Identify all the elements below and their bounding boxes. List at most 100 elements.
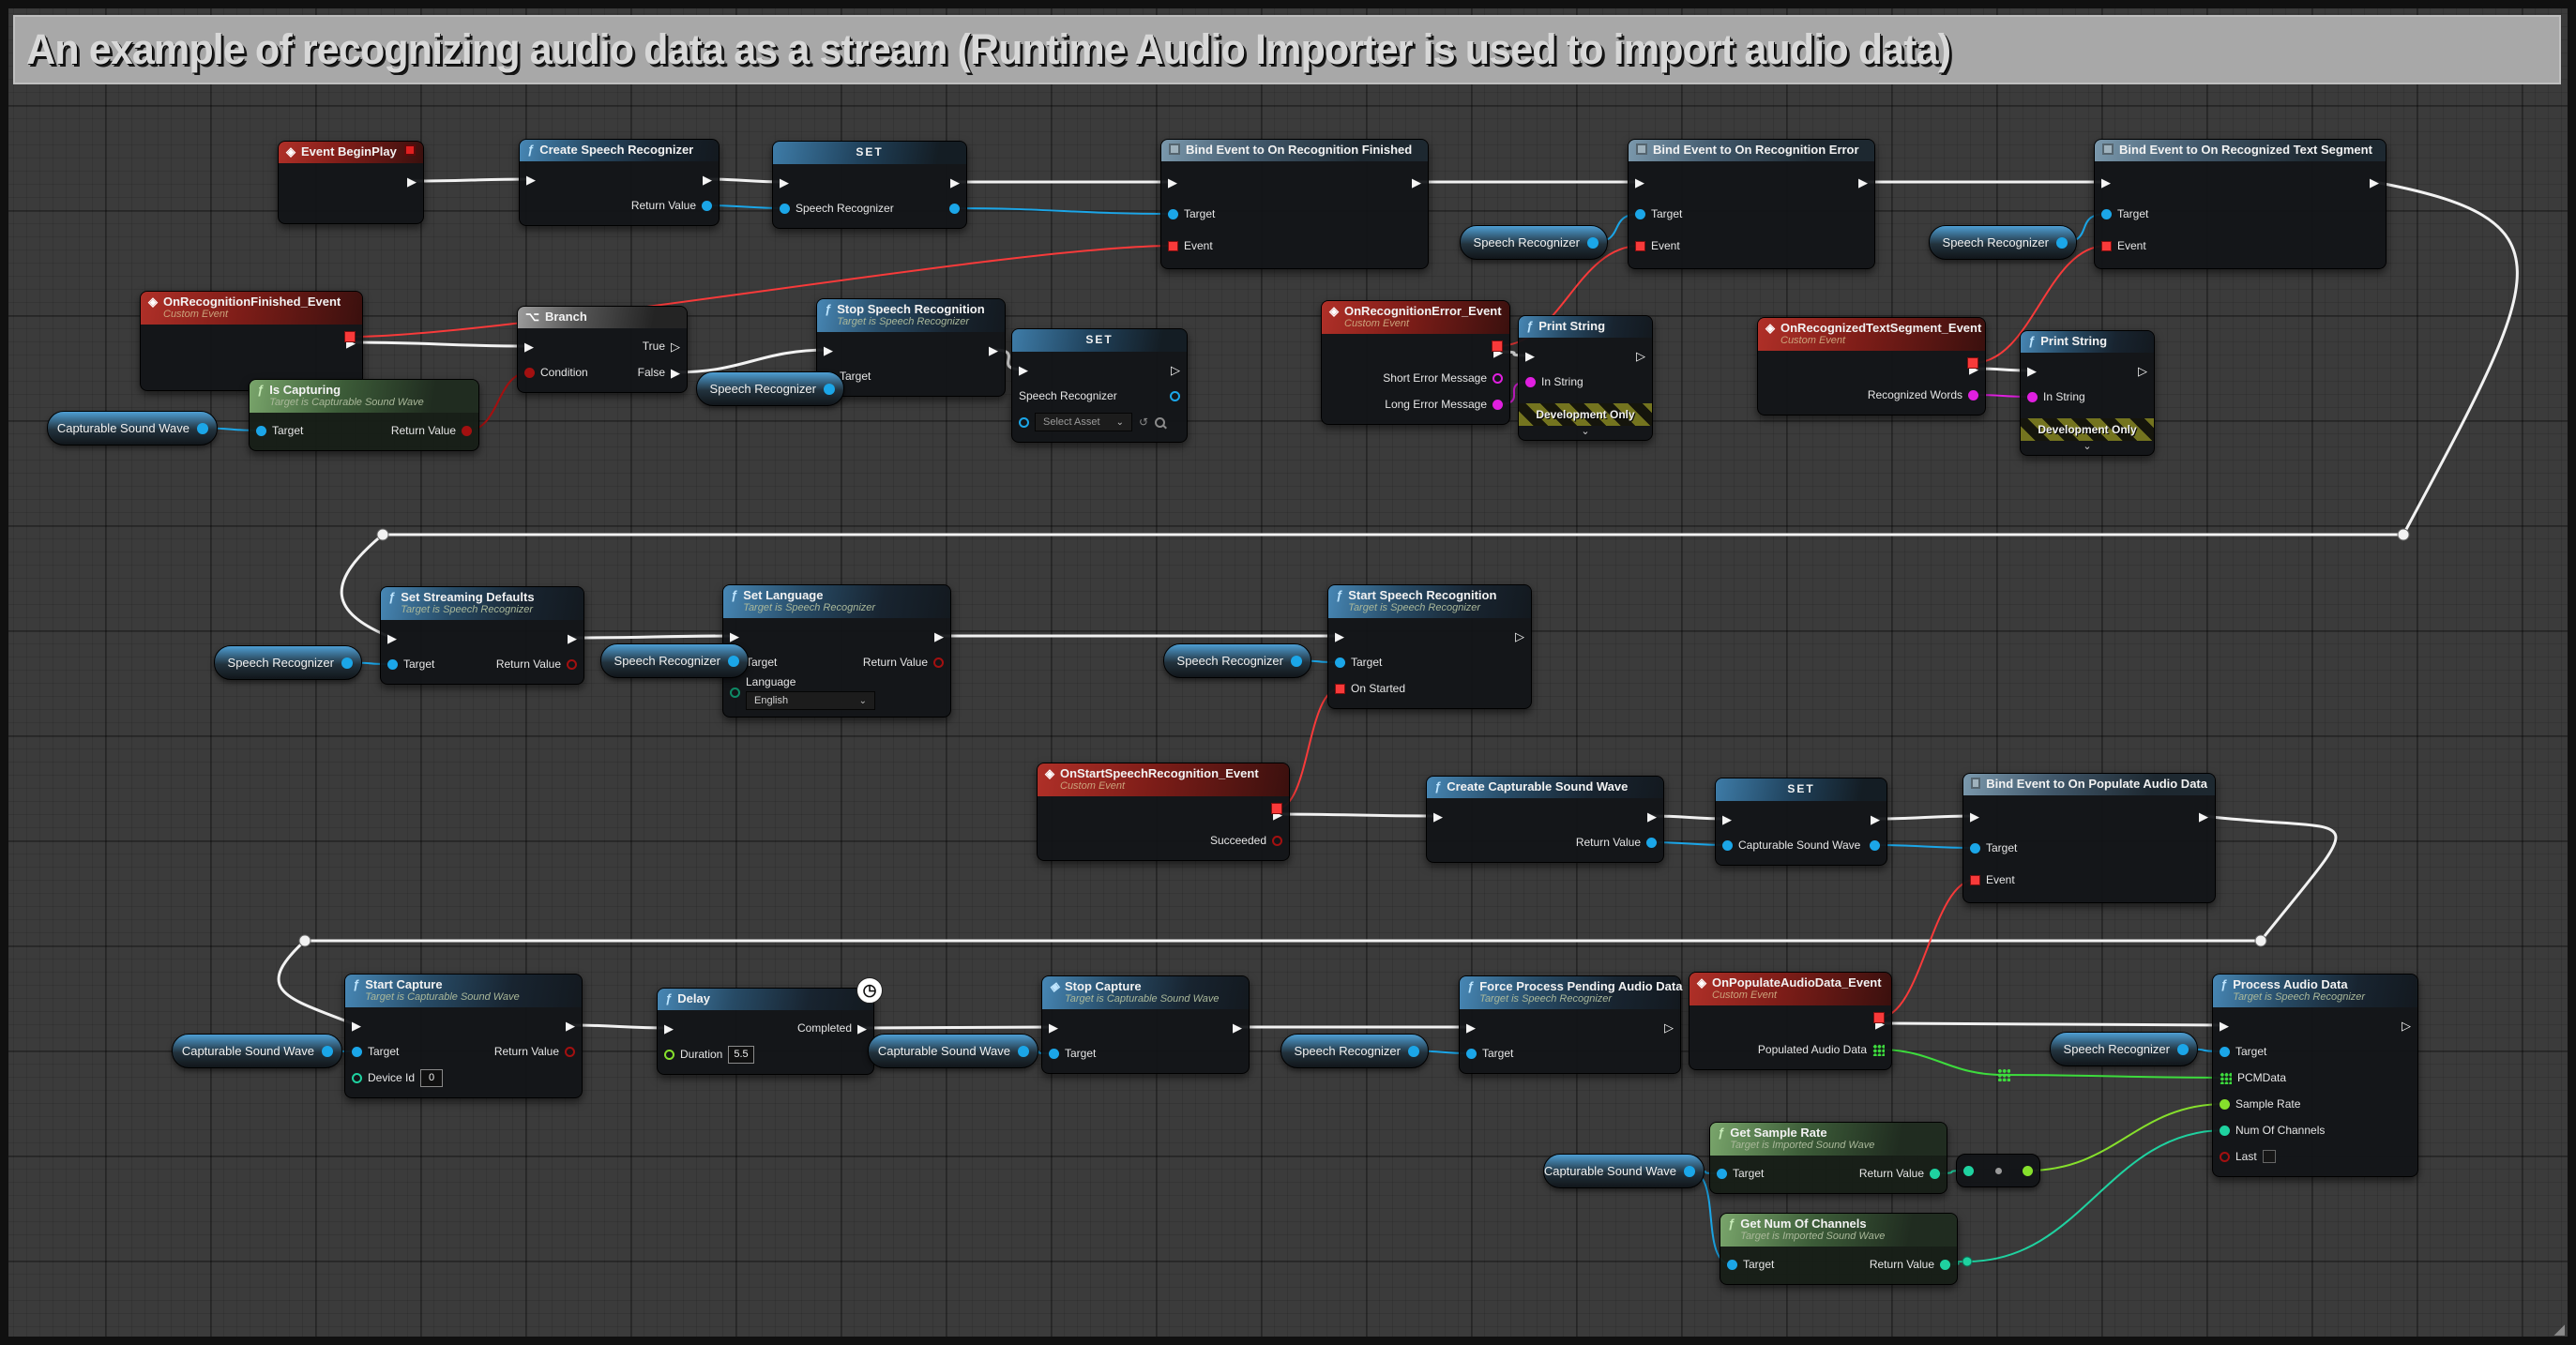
val-pin[interactable] [1722,840,1733,851]
node-ev_segment[interactable]: ◈OnRecognizedTextSegment_EventCustom Eve… [1757,317,1986,416]
delegate-pin[interactable] [404,144,416,156]
target-pin[interactable] [1970,843,1980,854]
x_out-pin[interactable]: ▶ [2370,176,2379,189]
target-pin[interactable] [1335,657,1345,668]
reroute-node[interactable] [1997,1068,2010,1081]
node-bind_finished[interactable]: Bind Event to On Recognition Finished▶▶T… [1160,139,1429,269]
dropdown[interactable]: English⌄ [746,691,875,710]
lang-pin[interactable] [730,688,740,698]
x_in-pin[interactable]: ▶ [352,1020,361,1032]
variable-get-capturable-sound-wave[interactable]: Capturable Sound Wave [172,1034,342,1068]
target-pin[interactable] [1168,209,1178,219]
node-bind_error[interactable]: Bind Event to On Recognition Error▶▶Targ… [1628,139,1875,269]
x_in-pin[interactable]: ▶ [780,176,789,189]
node-process_audio[interactable]: ƒProcess Audio DataTarget is Speech Reco… [2212,974,2418,1177]
short-pin[interactable] [1493,373,1503,384]
long-pin[interactable] [1493,400,1503,410]
conversion-node-int-to-float[interactable] [1956,1154,2040,1187]
variable-get-speech-recognizer[interactable]: Speech Recognizer [1929,225,2077,260]
x_in-pin[interactable]: ▶ [387,632,397,644]
x_in-pin[interactable]: ▶ [2101,176,2111,189]
out-pin[interactable] [824,384,835,395]
x_out-pin[interactable]: ▶ [1647,810,1657,823]
delegate-pin[interactable] [344,331,356,342]
x_out-pin[interactable]: ▶ [2199,810,2208,823]
variable-get-speech-recognizer[interactable]: Speech Recognizer [1280,1034,1429,1068]
target-pin[interactable] [2220,1047,2230,1057]
out-pin[interactable] [1018,1046,1029,1057]
delegate-pin[interactable] [1492,340,1503,352]
node-print1[interactable]: ƒPrint String▶▷In StringDevelopment Only… [1518,315,1653,441]
noc-pin[interactable] [2220,1126,2230,1136]
node-ev_error[interactable]: ◈OnRecognitionError_EventCustom Event▶Sh… [1321,300,1510,425]
x_in-pin[interactable]: ▶ [1433,810,1443,823]
resize-corner-icon[interactable]: ◢ [2553,1321,2565,1337]
node-set_csw[interactable]: SET▶▶Capturable Sound Wave [1715,778,1887,866]
rv-pin[interactable] [933,657,944,668]
node-get_sample_rate[interactable]: ƒGet Sample RateTarget is Imported Sound… [1709,1122,1947,1194]
x_in-pin[interactable]: ▶ [1019,364,1028,376]
rv-pin[interactable] [702,201,712,211]
node-set_language[interactable]: ƒSet LanguageTarget is Speech Recognizer… [722,584,951,718]
search-icon[interactable] [1155,417,1165,428]
instr-pin[interactable] [1525,377,1536,387]
pcm-pin[interactable] [2220,1072,2232,1084]
variable-get-speech-recognizer[interactable]: Speech Recognizer [696,371,844,406]
event-pin[interactable] [2101,241,2112,251]
variable-get-speech-recognizer[interactable]: Speech Recognizer [1460,225,1608,260]
out-pin[interactable] [728,656,739,667]
node-set_sr_top[interactable]: SET▶▶Speech Recognizer [772,141,967,229]
x_in-pin[interactable]: ▶ [824,344,833,356]
x_in-pin[interactable]: ▶ [730,630,739,642]
delegate-pin[interactable] [1873,1012,1885,1023]
x_in-pin[interactable]: ▶ [2027,365,2037,377]
valout-pin[interactable] [1170,391,1180,401]
out-pin[interactable] [1291,656,1302,667]
variable-get-capturable-sound-wave[interactable]: Capturable Sound Wave [1543,1154,1705,1188]
last-pin[interactable] [2220,1152,2230,1162]
pad-pin[interactable] [1872,1044,1885,1056]
blueprint-canvas[interactable]: ◈Event BeginPlay▶ ƒCreate Speech Recogniz… [0,0,2576,1345]
reroute-node[interactable] [1962,1257,1973,1267]
x_in-pin[interactable]: ▶ [1049,1021,1058,1034]
x_in-pin[interactable]: ▶ [1335,630,1344,642]
devid-pin[interactable] [352,1073,362,1083]
node-ev_populate[interactable]: ◈OnPopulateAudioData_EventCustom Event▶P… [1689,972,1892,1070]
val-pin[interactable] [780,204,790,214]
out-pin[interactable] [1408,1046,1419,1057]
out-pin[interactable] [2056,237,2068,249]
x_out-pin[interactable]: ▶ [950,176,960,189]
x_in-pin[interactable]: ▶ [664,1022,674,1035]
variable-get-speech-recognizer[interactable]: Speech Recognizer [600,643,749,678]
x_out-pin[interactable]: ▶ [407,175,417,188]
node-start_sr[interactable]: ƒStart Speech RecognitionTarget is Speec… [1327,584,1532,709]
valout-pin[interactable] [1870,840,1880,851]
x_out-pin[interactable]: ▶ [934,630,944,642]
event-pin[interactable] [1635,241,1645,251]
node-create_sr[interactable]: ƒCreate Speech Recognizer▶▶Return Value [519,139,720,226]
out-pin[interactable] [2023,1166,2033,1176]
rv-pin[interactable] [567,659,577,670]
dur-pin[interactable] [664,1050,674,1060]
node-create_csw[interactable]: ƒCreate Capturable Sound Wave▶▶Return Va… [1426,776,1664,863]
event-pin[interactable] [1970,875,1980,885]
x_in-pin[interactable]: ▶ [524,340,534,353]
x_out-pin[interactable]: ▶ [1858,176,1868,189]
onstarted-pin[interactable] [1335,684,1345,694]
target-pin[interactable] [1466,1049,1477,1059]
out-pin[interactable] [197,423,208,434]
delegate-pin[interactable] [1271,803,1282,814]
checkbox[interactable] [2263,1150,2276,1163]
x_out-pin[interactable]: ▷ [1515,630,1524,642]
x_out-pin[interactable]: ▶ [1412,176,1421,189]
variable-get-speech-recognizer[interactable]: Speech Recognizer [214,645,362,680]
node-begin_play[interactable]: ◈Event BeginPlay▶ [278,141,424,224]
x_in-pin[interactable]: ▶ [1635,176,1644,189]
rv-pin[interactable] [1646,838,1657,848]
x_in-pin[interactable]: ▶ [1525,350,1535,362]
x_out-pin[interactable]: ▷ [1664,1021,1674,1034]
node-set_stream_defaults[interactable]: ƒSet Streaming DefaultsTarget is Speech … [380,586,584,685]
out-pin[interactable] [1684,1166,1695,1177]
expand-chevron-icon[interactable]: ⌄ [2021,441,2154,455]
node-get_num_channels[interactable]: ƒGet Num Of ChannelsTarget is Imported S… [1720,1213,1958,1285]
